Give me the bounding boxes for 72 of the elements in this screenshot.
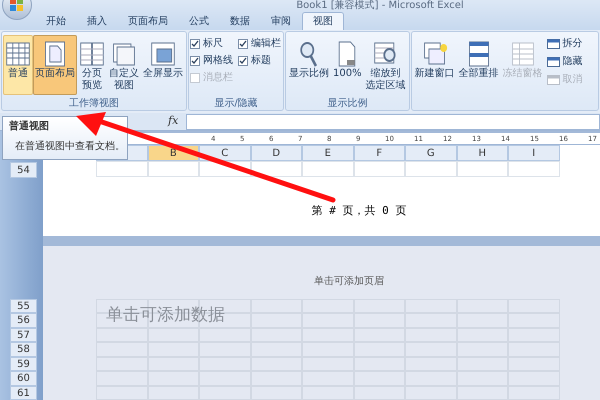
ribbon-tab[interactable]: 审阅 bbox=[261, 12, 301, 30]
row-header[interactable]: 61 bbox=[10, 386, 37, 400]
tooltip-text: 在普通视图中查看文档。 bbox=[14, 141, 121, 153]
page-footer: 第 # 页，共 0 页 bbox=[312, 203, 406, 220]
row-header[interactable]: 58 bbox=[10, 342, 37, 356]
small-ribbon-button[interactable]: 隐藏 bbox=[546, 55, 583, 69]
column-header[interactable]: D bbox=[250, 145, 302, 162]
page-header[interactable]: 单击可添加页眉 bbox=[43, 246, 600, 288]
ribbon-button[interactable]: 全屏显示 bbox=[141, 35, 185, 95]
tooltip-title: 普通视图 bbox=[9, 121, 50, 133]
row-header[interactable]: 54 bbox=[10, 162, 37, 178]
ribbon-tab[interactable]: 页面布局 bbox=[118, 12, 178, 30]
ribbon-button[interactable]: 缩放到 选定区域 bbox=[364, 35, 408, 95]
checkbox[interactable]: 标尺 bbox=[190, 37, 233, 51]
full-screen-icon bbox=[150, 40, 176, 68]
table-cell[interactable] bbox=[250, 161, 302, 178]
ribbon-button[interactable]: 页面布局 bbox=[33, 35, 77, 95]
window-bar-icon bbox=[546, 39, 560, 49]
ribbon-tab[interactable]: 视图 bbox=[302, 12, 344, 30]
split-page-icon bbox=[79, 40, 105, 68]
row-header[interactable]: 55 bbox=[10, 298, 37, 313]
checkbox-box[interactable] bbox=[190, 39, 200, 49]
ribbon-button[interactable]: 100% bbox=[331, 35, 364, 95]
freeze-grid-icon bbox=[510, 40, 536, 68]
ribbon-button[interactable]: 分页 预览 bbox=[77, 35, 107, 95]
office-logo-icon bbox=[10, 0, 24, 12]
column-header[interactable]: E bbox=[302, 145, 354, 162]
grid-icon bbox=[5, 40, 31, 68]
ribbon-tab[interactable]: 公式 bbox=[179, 12, 219, 30]
ribbon-button[interactable]: 全部重排 bbox=[456, 35, 501, 95]
checkbox[interactable]: 网格线 bbox=[190, 54, 233, 68]
function-label[interactable]: fx bbox=[160, 113, 186, 130]
checkmark-icon bbox=[191, 40, 199, 48]
column-header[interactable]: H bbox=[456, 145, 508, 162]
ribbon-tab[interactable]: 插入 bbox=[77, 12, 117, 30]
small-ribbon-button[interactable]: 拆分 bbox=[546, 37, 583, 51]
row-header[interactable]: 60 bbox=[10, 371, 37, 386]
checkbox-box[interactable] bbox=[238, 56, 248, 66]
table-cell[interactable] bbox=[354, 161, 405, 178]
table-cell[interactable] bbox=[96, 161, 148, 178]
window-bar-icon bbox=[546, 75, 560, 85]
table-cell[interactable] bbox=[199, 161, 250, 178]
ribbon-button[interactable]: 新建窗口 bbox=[412, 35, 457, 95]
row-header[interactable]: 57 bbox=[10, 328, 37, 342]
checkbox[interactable]: 标题 bbox=[238, 54, 281, 68]
checkbox-box[interactable] bbox=[190, 56, 200, 66]
checkmark-icon bbox=[239, 40, 247, 48]
group-label: 工作簿视图 bbox=[68, 97, 120, 110]
row-header[interactable]: 56 bbox=[10, 313, 37, 328]
group-label: 显示比例 bbox=[326, 97, 368, 110]
checkmark-icon bbox=[239, 57, 247, 65]
checkbox-box[interactable] bbox=[238, 39, 248, 49]
column-header[interactable]: G bbox=[405, 145, 456, 162]
column-header[interactable]: F bbox=[354, 145, 405, 162]
column-header[interactable]: I bbox=[508, 145, 560, 162]
formula-input[interactable] bbox=[186, 114, 600, 130]
table-cell[interactable] bbox=[302, 161, 354, 178]
ribbon-tab[interactable]: 开始 bbox=[36, 12, 76, 30]
ribbon-button[interactable]: 自定义 视图 bbox=[107, 35, 141, 95]
group-label: 显示/隐藏 bbox=[213, 97, 259, 110]
table-cell[interactable] bbox=[148, 161, 199, 178]
checkbox[interactable]: 编辑栏 bbox=[238, 37, 281, 51]
window-bar-icon bbox=[546, 57, 560, 67]
ribbon-tab[interactable]: 数据 bbox=[220, 12, 260, 30]
page-icon bbox=[42, 40, 68, 68]
checkmark-icon bbox=[191, 57, 199, 65]
table-cell[interactable] bbox=[405, 161, 456, 178]
table-cell[interactable] bbox=[456, 161, 508, 178]
table-cell[interactable] bbox=[508, 161, 560, 178]
row-header[interactable]: 59 bbox=[10, 356, 37, 371]
ribbon-button[interactable]: 普通 bbox=[3, 35, 33, 95]
ribbon-button[interactable]: 显示比例 bbox=[287, 35, 331, 95]
